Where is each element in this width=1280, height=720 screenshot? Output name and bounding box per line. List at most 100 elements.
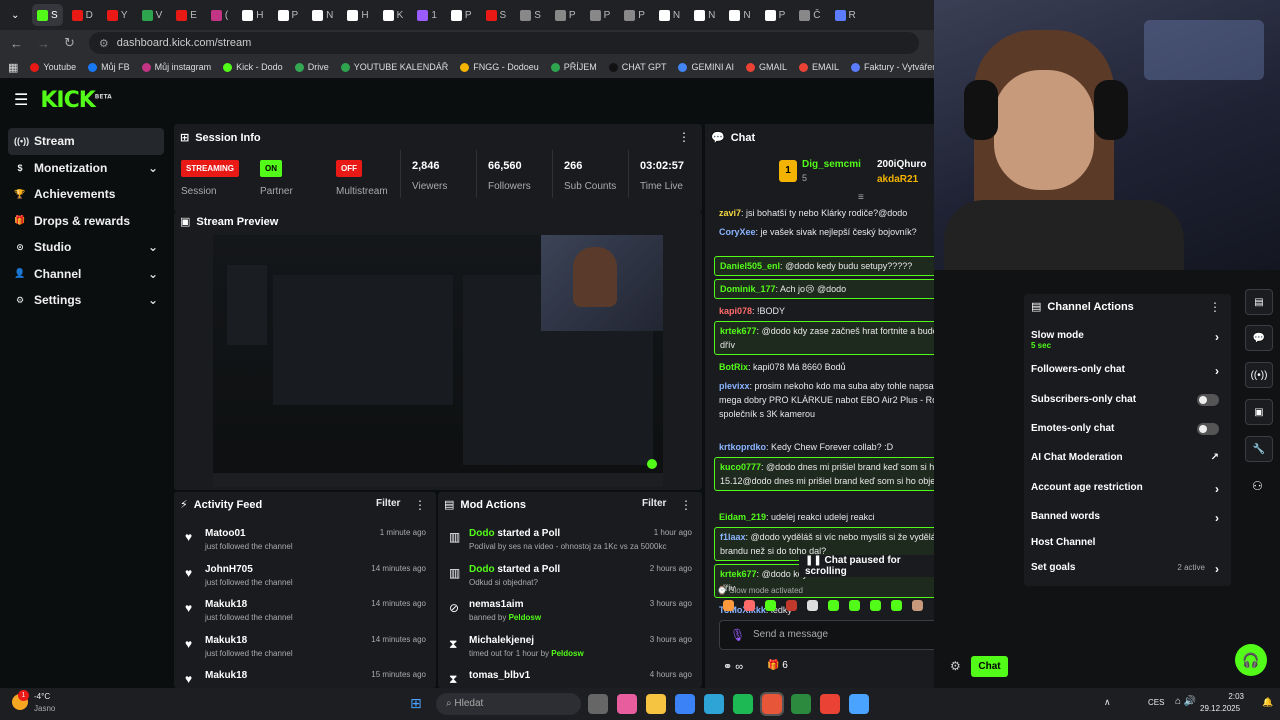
chat-username[interactable]: BotRix	[719, 362, 748, 372]
chat-message[interactable]: kuco0777: @dodo dnes mi prišiel brand ke…	[714, 457, 934, 491]
channel-action-ai-chat-moderation[interactable]: AI Chat Moderation ↗	[1031, 452, 1223, 463]
chat-username[interactable]: krtek677	[720, 326, 757, 336]
mod-action-user[interactable]: nemas1aim	[469, 599, 523, 610]
leaderboard-third-user[interactable]: akdaR21	[877, 174, 918, 185]
notifications-icon[interactable]: 🔔	[1262, 697, 1273, 708]
browser-tab[interactable]: S	[515, 4, 546, 26]
chat-username[interactable]: Daniel505_enl	[720, 261, 780, 271]
channel-action-slow-mode[interactable]: Slow mode 5 sec ›	[1031, 330, 1223, 350]
browser-tab[interactable]: (	[206, 4, 233, 26]
taskbar-app-icon[interactable]	[588, 694, 608, 714]
chat-message[interactable]: kapi078: !BODY	[714, 302, 934, 320]
broadcast-icon[interactable]: ((•))	[1245, 362, 1273, 388]
chat-message[interactable]: krtkoprdko: Kedy Chew Forever collab? :D	[714, 438, 934, 456]
chat-icon[interactable]: 💬	[1245, 325, 1273, 351]
bookmark[interactable]: Faktury - Vytváření	[851, 62, 934, 72]
chat-username[interactable]: Dominik_177	[720, 284, 776, 294]
channel-actions-more-icon[interactable]: ⋮	[1209, 300, 1221, 314]
bookmark[interactable]: GEMINI AI	[678, 62, 734, 72]
browser-tab[interactable]: P	[550, 4, 581, 26]
leaderboard-second-user[interactable]: 200iQhuro	[877, 159, 926, 170]
chat-message[interactable]: Dominik_177: Ach jo😢 @dodo	[714, 279, 934, 299]
sidebar-item-achievements[interactable]: 🏆 Achievements	[8, 181, 164, 208]
taskbar-app-icon[interactable]	[704, 694, 724, 714]
sidebar-item-studio[interactable]: ⊙ Studio ⌄	[8, 234, 164, 261]
chat-message[interactable]: Daniel505_enl: @dodo kedy budu setupy???…	[714, 256, 934, 276]
channel-action-host-channel[interactable]: Host Channel	[1031, 537, 1223, 548]
channel-action-subscribers-only-chat[interactable]: Subscribers-only chat	[1031, 394, 1223, 406]
chat-username[interactable]: plevixx	[719, 381, 750, 391]
people-icon[interactable]: ⚇	[1252, 479, 1263, 493]
reload-icon[interactable]: ↻	[64, 35, 75, 51]
site-info-icon[interactable]: ⚙	[99, 37, 109, 50]
chat-username[interactable]: krtek677	[720, 569, 757, 579]
windows-start-icon[interactable]: ⊞	[410, 695, 422, 712]
bookmark[interactable]: Drive	[294, 62, 329, 72]
browser-tab[interactable]: N	[724, 4, 755, 26]
sidebar-item-monetization[interactable]: $ Monetization ⌄	[8, 155, 164, 182]
taskbar-app-icon[interactable]	[760, 692, 784, 716]
browser-tab[interactable]: D	[67, 4, 98, 26]
sidebar-item-drops-rewards[interactable]: 🎁 Drops & rewards	[8, 208, 164, 235]
emote-icon[interactable]	[870, 600, 881, 611]
bookmark[interactable]: PŘÍJEM	[550, 62, 597, 72]
emote-icon[interactable]	[912, 600, 923, 611]
chat-username[interactable]: CoryXee	[719, 227, 756, 237]
support-icon[interactable]: 🎧	[1235, 644, 1267, 676]
toggle-switch[interactable]	[1197, 423, 1219, 435]
chat-settings-icon[interactable]: ⚙	[950, 659, 961, 673]
mic-icon[interactable]: 🎙	[730, 628, 745, 642]
browser-tab[interactable]: E	[171, 4, 202, 26]
bookmark[interactable]: Kick - Dodo	[223, 62, 283, 72]
browser-tab[interactable]: H	[342, 4, 373, 26]
mod-action-user[interactable]: Dodo	[469, 528, 495, 539]
taskbar-search[interactable]: ⌕ Hledat	[436, 693, 581, 715]
emote-icon[interactable]	[723, 600, 734, 611]
mod-more-icon[interactable]: ⋮	[680, 498, 692, 512]
address-bar[interactable]: ⚙ dashboard.kick.com/stream	[88, 32, 919, 54]
tray-up-icon[interactable]: ∧	[1104, 697, 1111, 708]
session-more-icon[interactable]: ⋮	[678, 130, 690, 144]
send-chat-button[interactable]: Chat	[971, 656, 1008, 677]
mod-action-user[interactable]: tomas_blbv1	[469, 670, 530, 681]
emote-icon[interactable]	[744, 600, 755, 611]
browser-tab[interactable]: P	[585, 4, 616, 26]
notes-icon[interactable]: ▤	[1245, 289, 1273, 315]
forward-icon[interactable]: →	[37, 36, 50, 51]
tools-icon[interactable]: 🔧	[1245, 436, 1273, 462]
chat-username[interactable]: krtkoprdko	[719, 442, 766, 452]
browser-tab[interactable]: N	[654, 4, 685, 26]
browser-tab[interactable]: N	[307, 4, 338, 26]
emote-icon[interactable]	[765, 600, 776, 611]
mod-action-user[interactable]: Dodo	[469, 564, 495, 575]
language-indicator[interactable]: CES	[1148, 698, 1164, 707]
tab-search-button[interactable]: ⌄	[6, 4, 28, 26]
leaderboard-top-user[interactable]: Dig_semcmi	[802, 159, 861, 170]
channel-action-followers-only-chat[interactable]: Followers-only chat ›	[1031, 364, 1223, 378]
activity-user[interactable]: Matoo01	[205, 528, 246, 539]
sidebar-item-settings[interactable]: ⚙ Settings ⌄	[8, 287, 164, 314]
chat-username[interactable]: zavi7	[719, 208, 741, 218]
bookmark[interactable]: Můj FB	[88, 62, 130, 72]
browser-tab[interactable]: Č	[794, 4, 825, 26]
chat-username[interactable]: kapi078	[719, 306, 752, 316]
channel-action-account-age-restriction[interactable]: Account age restriction ›	[1031, 482, 1223, 496]
chat-message[interactable]: CoryXee: je vašek sivak nejlepší český b…	[714, 223, 934, 241]
bookmark[interactable]: Můj instagram	[141, 62, 211, 72]
chat-message[interactable]: Eidam_219: udelej reakci udelej reakci	[714, 508, 934, 526]
activity-filter-button[interactable]: Filter	[376, 498, 400, 509]
taskbar-app-icon[interactable]	[617, 694, 637, 714]
back-icon[interactable]: ←	[10, 36, 23, 51]
emote-icon[interactable]	[828, 600, 839, 611]
emote-icon[interactable]	[849, 600, 860, 611]
emote-icon[interactable]	[891, 600, 902, 611]
taskbar-app-icon[interactable]	[733, 694, 753, 714]
mod-action-by[interactable]: Peldosw	[509, 613, 541, 622]
browser-tab[interactable]: S	[32, 4, 63, 26]
chat-username[interactable]: kuco0777	[720, 462, 761, 472]
network-icon[interactable]: ⌂ 🔊	[1175, 696, 1196, 707]
channel-action-set-goals[interactable]: Set goals › 2 active	[1031, 562, 1223, 576]
sidebar-item-stream[interactable]: ((•)) Stream	[8, 128, 164, 155]
kick-logo[interactable]: KICKBETA	[40, 88, 111, 113]
infinity-points-icon[interactable]: ⚭ ∞	[723, 660, 743, 673]
